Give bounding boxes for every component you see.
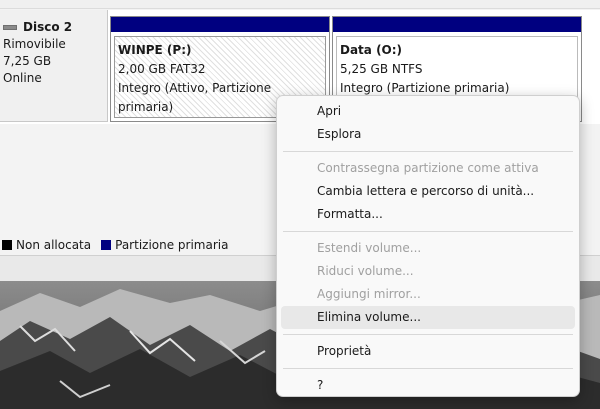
menu-item-riduci-volume: Riduci volume... — [317, 264, 414, 278]
partition-title: WINPE (P:) — [118, 43, 192, 57]
menu-separator — [283, 231, 573, 232]
menu-item-estendi-volume: Estendi volume... — [317, 241, 422, 255]
partition-size-fs: 5,25 GB NTFS — [340, 62, 423, 76]
legend-unallocated-label: Non allocata — [16, 238, 92, 252]
menu-item-esplora[interactable]: Esplora — [281, 123, 575, 146]
legend-unallocated-swatch — [2, 240, 12, 250]
partition-title: Data (O:) — [340, 43, 403, 57]
menu-item-aggiungi-mirror: Aggiungi mirror... — [317, 287, 421, 301]
menu-separator — [283, 368, 573, 369]
top-scroll-strip — [0, 0, 600, 9]
disk-info-panel[interactable]: Disco 2 Rimovibile 7,25 GB Online — [0, 10, 108, 122]
legend-primary-swatch — [101, 240, 112, 250]
disk-size: 7,25 GB — [3, 54, 52, 68]
menu-item-cambia-lettera[interactable]: Cambia lettera e percorso di unità... — [281, 180, 575, 203]
menu-separator — [283, 334, 573, 335]
menu-item-contrassegna-attiva: Contrassegna partizione come attiva — [317, 161, 539, 175]
menu-item-apri[interactable]: Apri — [281, 100, 575, 123]
menu-item-proprieta[interactable]: Proprietà — [281, 340, 575, 363]
menu-item-elimina-volume[interactable]: Elimina volume... — [281, 306, 575, 329]
disk-type: Rimovibile — [3, 37, 66, 51]
menu-item-formatta[interactable]: Formatta... — [281, 203, 575, 226]
menu-separator — [283, 151, 573, 152]
primary-partition-bar — [111, 17, 329, 32]
partition-size-fs: 2,00 GB FAT32 — [118, 62, 206, 76]
disk-drive-icon — [3, 25, 17, 30]
disk-name-row: Disco 2 — [3, 19, 107, 36]
menu-item-help[interactable]: ? — [281, 374, 575, 397]
primary-partition-bar — [333, 17, 581, 32]
legend-primary-label: Partizione primaria — [115, 238, 229, 252]
context-menu: Apri Esplora Contrassegna partizione com… — [276, 95, 580, 397]
disk-name: Disco 2 — [23, 20, 73, 34]
disk-status: Online — [3, 71, 42, 85]
